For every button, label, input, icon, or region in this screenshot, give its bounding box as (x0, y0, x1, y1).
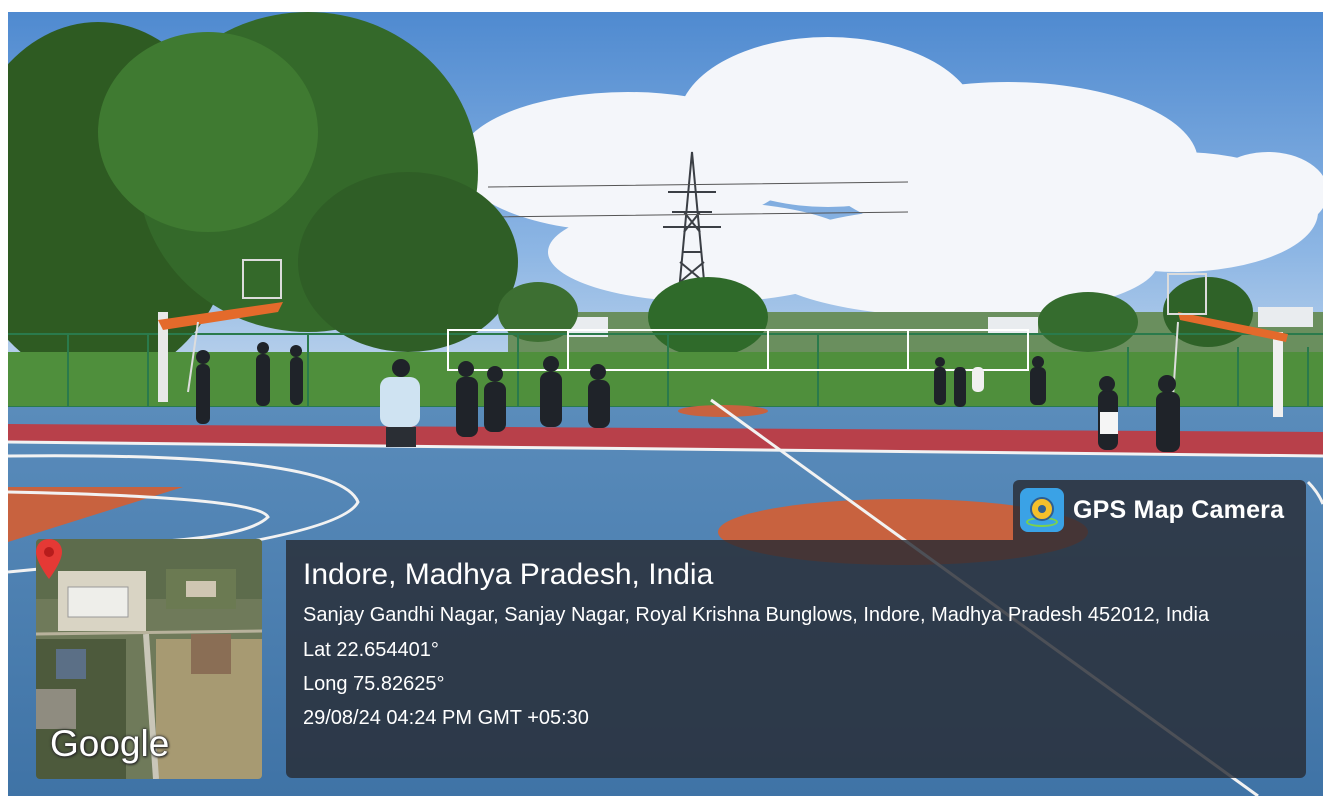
location-info-panel: Indore, Madhya Pradesh, India Sanjay Gan… (286, 540, 1306, 778)
timestamp-text: 29/08/24 04:24 PM GMT +05:30 (303, 707, 589, 729)
gps-map-camera-badge: GPS Map Camera (1013, 480, 1306, 540)
location-title: Indore, Madhya Pradesh, India (303, 558, 714, 591)
app-icon-dot (1038, 505, 1046, 513)
map-pin-icon (36, 539, 62, 579)
longitude-text: Long 75.82625° (303, 673, 445, 695)
brand-label: GPS Map Camera (1073, 495, 1285, 524)
latitude-text: Lat 22.654401° (303, 639, 439, 661)
court-far-circle (678, 405, 768, 417)
gps-map-camera-app-icon (1020, 488, 1064, 532)
map-thumbnail: Google (36, 539, 262, 779)
google-logo: Google (50, 723, 170, 764)
location-address: Sanjay Gandhi Nagar, Sanjay Nagar, Royal… (303, 604, 1210, 626)
